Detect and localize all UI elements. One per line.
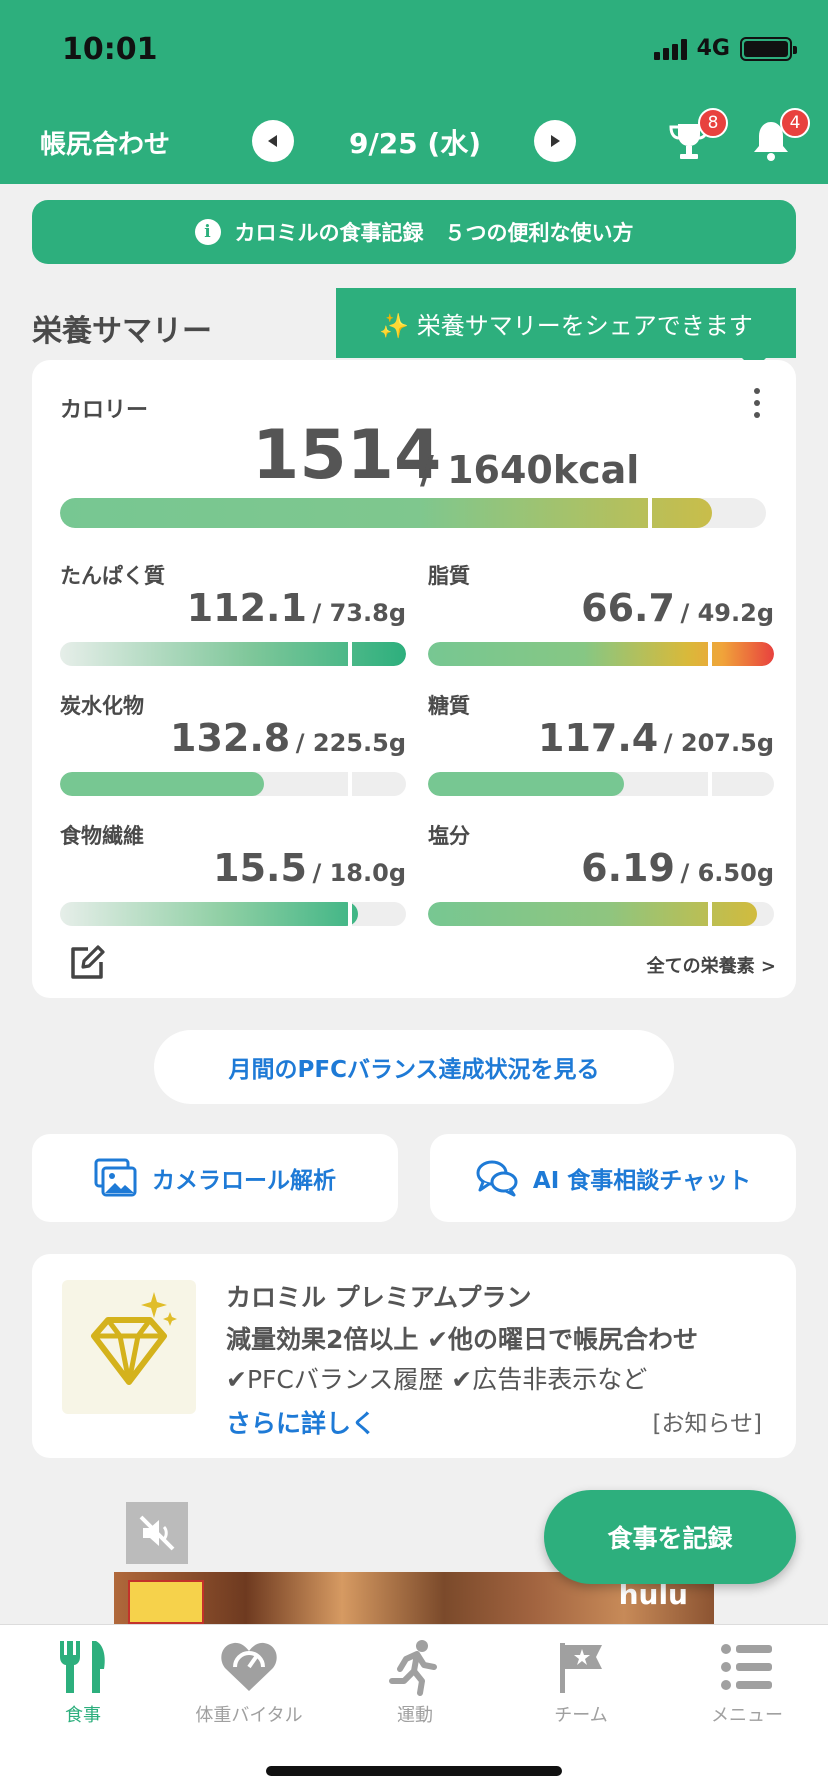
trophy-badge: 8 xyxy=(698,108,728,138)
usage-tips-banner[interactable]: i カロミルの食事記録 ５つの便利な使い方 xyxy=(32,200,796,264)
ai-chat-label: AI 食事相談チャット xyxy=(532,1168,752,1194)
nutrient-target: / 225.5g xyxy=(295,729,406,757)
signal-icon xyxy=(653,38,687,60)
chat-bubbles-icon xyxy=(476,1160,518,1197)
nutrition-summary-card: カロリー 1514 / 1640kcal たんぱく質 112.1 / 73.8g… xyxy=(32,360,796,998)
all-nutrients-link[interactable]: 全ての栄養素 > xyxy=(647,952,776,978)
notification-badge: 4 xyxy=(780,108,810,138)
nutrient-value: 112.1 xyxy=(186,586,307,630)
edit-icon[interactable] xyxy=(68,944,106,982)
current-date[interactable]: 9/25 (水) xyxy=(320,122,510,162)
tab-exercise[interactable]: 運動 xyxy=(332,1637,498,1737)
camera-roll-label: カメラロール解析 xyxy=(152,1168,336,1194)
record-meal-button[interactable]: 食事を記録 xyxy=(544,1490,796,1584)
nutrient-label: 糖質 xyxy=(428,694,470,718)
home-indicator xyxy=(266,1766,562,1776)
nutrient-value: 132.8 xyxy=(170,716,291,760)
speaker-muted-icon xyxy=(139,1515,175,1551)
nutrient-label: 塩分 xyxy=(428,824,470,848)
premium-plan-card[interactable]: カロミル プレミアムプラン 減量効果2倍以上 ✔他の曜日で帳尻合わせ ✔PFCバ… xyxy=(32,1254,796,1458)
app-header: 10:01 4G 帳尻合わせ 9/25 (水) 8 4 xyxy=(0,0,828,184)
usage-tips-text: カロミルの食事記録 ５つの便利な使い方 xyxy=(234,221,634,245)
tab-label: チーム xyxy=(554,1705,608,1726)
nutrient-target: / 18.0g xyxy=(312,859,406,887)
nutrient-carbohydrate: 炭水化物 132.8 / 225.5g xyxy=(60,690,406,810)
premium-feature-line-1: 減量効果2倍以上 ✔他の曜日で帳尻合わせ xyxy=(226,1325,699,1354)
premium-feature-line-2: ✔PFCバランス履歴 ✔広告非表示など xyxy=(226,1365,648,1394)
photo-gallery-icon xyxy=(94,1158,137,1197)
premium-details-link[interactable]: さらに詳しく xyxy=(226,1404,376,1440)
calorie-progress-bar xyxy=(60,498,766,528)
nutrient-progress-bar xyxy=(60,772,406,796)
nutrient-label: 食物繊維 xyxy=(60,824,144,848)
status-time: 10:01 xyxy=(62,32,158,67)
tab-label: 食事 xyxy=(65,1705,101,1726)
prev-day-button[interactable] xyxy=(252,120,294,162)
tab-label: 体重バイタル xyxy=(195,1705,303,1726)
mute-button[interactable] xyxy=(126,1502,188,1564)
tab-menu[interactable]: メニュー xyxy=(664,1637,828,1737)
page-title: 帳尻合わせ xyxy=(40,130,171,160)
nutrient-fiber: 食物繊維 15.5 / 18.0g xyxy=(60,820,406,940)
calorie-target: / 1640kcal xyxy=(420,448,640,492)
status-indicators: 4G xyxy=(653,36,797,61)
nutrient-label: たんぱく質 xyxy=(60,564,165,588)
running-icon xyxy=(389,1640,437,1696)
flag-star-icon xyxy=(560,1643,602,1693)
nutrient-target: / 49.2g xyxy=(680,599,774,627)
nutrient-target: / 6.50g xyxy=(680,859,774,887)
diamond-icon xyxy=(62,1280,196,1414)
summary-title: 栄養サマリー xyxy=(32,314,212,349)
nutrient-progress-bar xyxy=(60,642,406,666)
triangle-left-icon xyxy=(268,135,277,147)
nutrient-progress-bar xyxy=(60,902,406,926)
nutrient-sugar: 糖質 117.4 / 207.5g xyxy=(428,690,774,810)
nutrient-value: 15.5 xyxy=(213,846,307,890)
nutrient-target: / 207.5g xyxy=(663,729,774,757)
list-menu-icon xyxy=(721,1644,772,1690)
more-options-icon[interactable] xyxy=(754,388,762,418)
triangle-right-icon xyxy=(551,135,560,147)
premium-notice-tag: [お知らせ] xyxy=(652,1411,763,1437)
nutrient-label: 炭水化物 xyxy=(60,694,144,718)
nutrient-protein: たんぱく質 112.1 / 73.8g xyxy=(60,560,406,680)
share-tooltip[interactable]: ✨ 栄養サマリーをシェアできます xyxy=(336,288,796,370)
battery-icon xyxy=(740,36,797,61)
network-type: 4G xyxy=(696,36,730,61)
calorie-label: カロリー xyxy=(60,398,149,423)
nutrient-salt: 塩分 6.19 / 6.50g xyxy=(428,820,774,940)
nutrient-value: 6.19 xyxy=(581,846,675,890)
tab-label: 運動 xyxy=(397,1705,433,1726)
tab-meal[interactable]: 食事 xyxy=(0,1637,166,1737)
tab-team[interactable]: チーム xyxy=(498,1637,664,1737)
fork-knife-icon xyxy=(60,1641,105,1693)
calorie-value: 1514 xyxy=(252,416,442,495)
tab-label: メニュー xyxy=(711,1705,783,1726)
tab-weight-vital[interactable]: 体重バイタル xyxy=(166,1637,332,1737)
nutrient-progress-bar xyxy=(428,772,774,796)
premium-title: カロミル プレミアムプラン xyxy=(226,1283,532,1312)
heart-gauge-icon xyxy=(221,1642,277,1691)
monthly-pfc-button[interactable]: 月間のPFCバランス達成状況を見る xyxy=(154,1030,674,1104)
nutrient-value: 117.4 xyxy=(538,716,659,760)
nutrient-progress-bar xyxy=(428,902,774,926)
ad-show-logo xyxy=(128,1580,204,1624)
nutrient-value: 66.7 xyxy=(581,586,675,630)
notification-button[interactable]: 4 xyxy=(748,108,810,164)
camera-roll-button[interactable]: カメラロール解析 xyxy=(32,1134,398,1222)
nutrient-progress-bar xyxy=(428,642,774,666)
next-day-button[interactable] xyxy=(534,120,576,162)
nutrient-target: / 73.8g xyxy=(312,599,406,627)
nutrient-fat: 脂質 66.7 / 49.2g xyxy=(428,560,774,680)
nutrient-label: 脂質 xyxy=(428,564,470,588)
ai-chat-button[interactable]: AI 食事相談チャット xyxy=(430,1134,796,1222)
trophy-button[interactable]: 8 xyxy=(666,108,728,164)
info-icon: i xyxy=(194,219,221,245)
